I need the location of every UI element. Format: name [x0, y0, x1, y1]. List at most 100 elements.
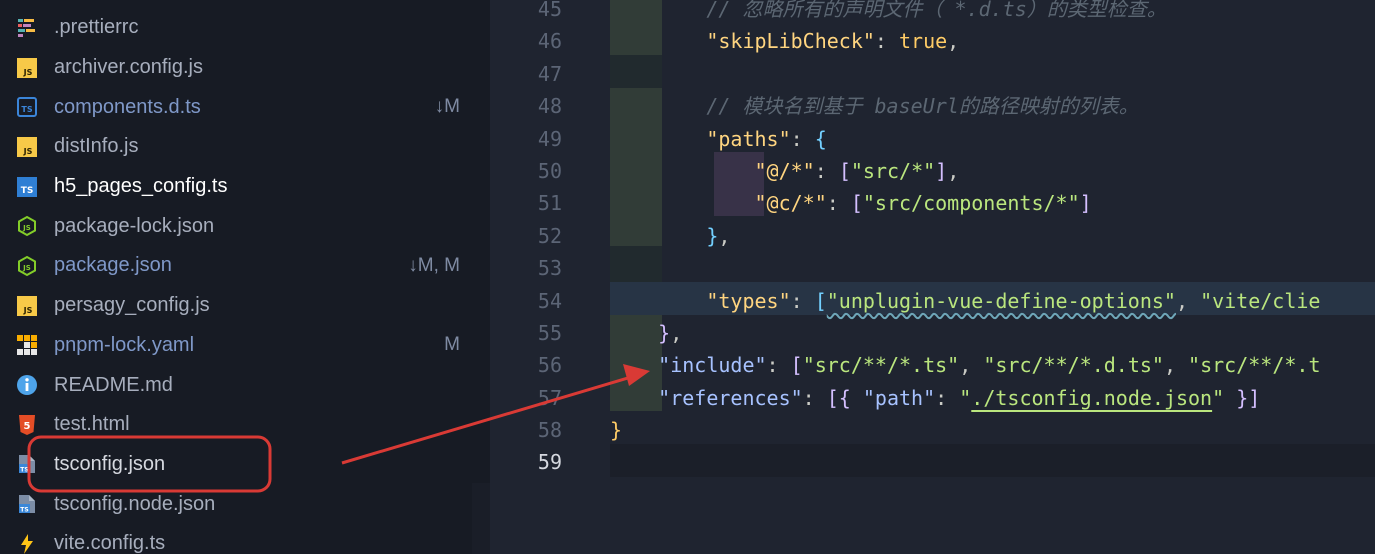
punct-token: ,	[947, 29, 960, 54]
js-icon: JS	[16, 57, 38, 79]
svg-text:TS: TS	[20, 507, 28, 514]
line-number: 46	[537, 29, 562, 54]
code-line: // 模块名到基于 baseUrl的路径映射的列表。	[610, 90, 1375, 122]
tsconfig-icon: TS	[16, 493, 38, 515]
code-line: }	[610, 414, 1375, 446]
comment-token: // 忽略所有的声明文件（ *.d.ts）的类型检查。	[706, 0, 1167, 21]
file-name: tsconfig.json	[54, 452, 166, 475]
string-token: "	[1212, 385, 1225, 410]
explorer-scroll-track[interactable]	[472, 483, 490, 554]
svg-text:JS: JS	[23, 147, 33, 156]
file-name: components.d.ts	[54, 95, 201, 118]
file-name: persagy_config.js	[54, 294, 210, 317]
punct-token: :	[790, 126, 815, 151]
key-token: "references"	[658, 385, 803, 410]
code-line: "skipLibCheck": true,	[610, 25, 1375, 57]
file-name: vite.config.ts	[54, 532, 166, 554]
brace-token: }	[658, 320, 671, 345]
file-row-vite-config[interactable]: vite.config.ts	[0, 524, 490, 554]
punct-token: :	[766, 353, 791, 378]
info-icon	[16, 374, 38, 396]
js-icon: JS	[16, 136, 38, 158]
brace-token: {	[814, 126, 827, 151]
file-row-tsconfig-json[interactable]: TS tsconfig.json	[0, 444, 490, 485]
key-token: "include"	[658, 353, 767, 378]
file-row-prettierrc[interactable]: .prettierrc	[0, 8, 490, 48]
file-name: h5_pages_config.ts	[54, 175, 228, 198]
file-row-archiver-config[interactable]: JS archiver.config.js	[0, 48, 490, 88]
tsconfig-icon: TS	[16, 453, 38, 475]
file-row-components-dts[interactable]: TS components.d.ts ↓M	[0, 87, 490, 127]
punct-token: :	[790, 288, 815, 313]
file-name: .prettierrc	[54, 16, 139, 39]
node-icon: JS	[16, 255, 38, 277]
git-status-badge: M	[444, 334, 460, 356]
code-line: },	[610, 220, 1375, 252]
brace-token: }	[610, 418, 623, 443]
file-name: test.html	[54, 413, 130, 436]
svg-text:JS: JS	[23, 68, 33, 77]
ts-icon: TS	[16, 96, 38, 118]
code-area[interactable]: // 忽略所有的声明文件（ *.d.ts）的类型检查。 "skipLibChec…	[610, 0, 1375, 479]
key-token: "@c/*"	[754, 191, 827, 216]
file-name: README.md	[54, 373, 173, 396]
file-row-tsconfig-node-json[interactable]: TS tsconfig.node.json	[0, 484, 490, 524]
file-row-package-lock[interactable]: JS package-lock.json	[0, 206, 490, 246]
html5-icon: 5	[16, 414, 38, 436]
line-number: 48	[537, 94, 562, 119]
punct-token: :	[826, 191, 851, 216]
boolean-token: true	[899, 29, 948, 54]
string-link-token[interactable]: ./tsconfig.node.json	[971, 386, 1212, 410]
line-number: 58	[537, 418, 562, 443]
svg-text:JS: JS	[22, 264, 31, 272]
vite-icon	[16, 533, 38, 554]
bracket-token: [	[790, 353, 803, 378]
line-number: 49	[537, 126, 562, 151]
code-editor[interactable]: 45 46 47 48 49 50 51 52 53 54 55 56 57 5…	[490, 0, 1375, 554]
string-token: "vite/clie	[1200, 288, 1321, 313]
string-token: "src/**/*.ts"	[802, 353, 960, 378]
comment-token: // 模块名到基于 baseUrl的路径映射的列表。	[706, 94, 1139, 119]
punct-token: ,	[670, 320, 683, 345]
svg-text:JS: JS	[22, 224, 31, 232]
bracket-token: [	[838, 158, 851, 183]
file-row-distinfo[interactable]: JS distInfo.js	[0, 127, 490, 167]
file-row-test-html[interactable]: 5 test.html	[0, 405, 490, 445]
line-number-active: 59	[537, 450, 562, 475]
code-line: "paths": {	[610, 123, 1375, 155]
file-explorer: .prettierrc JS archiver.config.js TS com…	[0, 0, 490, 554]
string-token: "src/**/*.t	[1188, 353, 1321, 378]
line-number: 54	[537, 288, 562, 313]
file-row-readme[interactable]: README.md	[0, 365, 490, 405]
bracket-token: ]	[935, 158, 948, 183]
file-row-h5-pages-config[interactable]: TS h5_pages_config.ts	[0, 167, 490, 207]
punct-token: :	[874, 29, 899, 54]
punct-token: ,	[959, 353, 984, 378]
line-number: 50	[537, 158, 562, 183]
string-token: "src/**/*.d.ts"	[983, 353, 1164, 378]
punct-token: :	[814, 158, 839, 183]
file-row-persagy-config[interactable]: JS persagy_config.js	[0, 286, 490, 326]
key-token: "paths"	[706, 126, 791, 151]
bracket-token: }]	[1224, 385, 1261, 410]
file-list: .prettierrc JS archiver.config.js TS com…	[0, 8, 490, 554]
line-number: 52	[537, 223, 562, 248]
git-status-badge: ↓M, M	[408, 254, 460, 276]
file-name: distInfo.js	[54, 135, 139, 158]
line-number-gutter: 45 46 47 48 49 50 51 52 53 54 55 56 57 5…	[520, 0, 562, 479]
line-number: 51	[537, 191, 562, 216]
punct-token: ,	[1163, 353, 1189, 378]
code-line: },	[610, 317, 1375, 349]
line-number: 53	[537, 256, 562, 281]
bracket-token: ]	[1079, 191, 1092, 216]
line-number: 47	[537, 61, 562, 86]
string-token: "src/components/*"	[862, 191, 1080, 216]
code-line: "references": [{ "path": "./tsconfig.nod…	[610, 382, 1375, 414]
file-name: tsconfig.node.json	[54, 492, 216, 515]
code-line: // 忽略所有的声明文件（ *.d.ts）的类型检查。	[610, 0, 1375, 25]
file-row-package-json[interactable]: JS package.json ↓M, M	[0, 246, 490, 286]
file-row-pnpm-lock[interactable]: pnpm-lock.yaml M	[0, 326, 490, 366]
line-number: 56	[537, 353, 562, 378]
